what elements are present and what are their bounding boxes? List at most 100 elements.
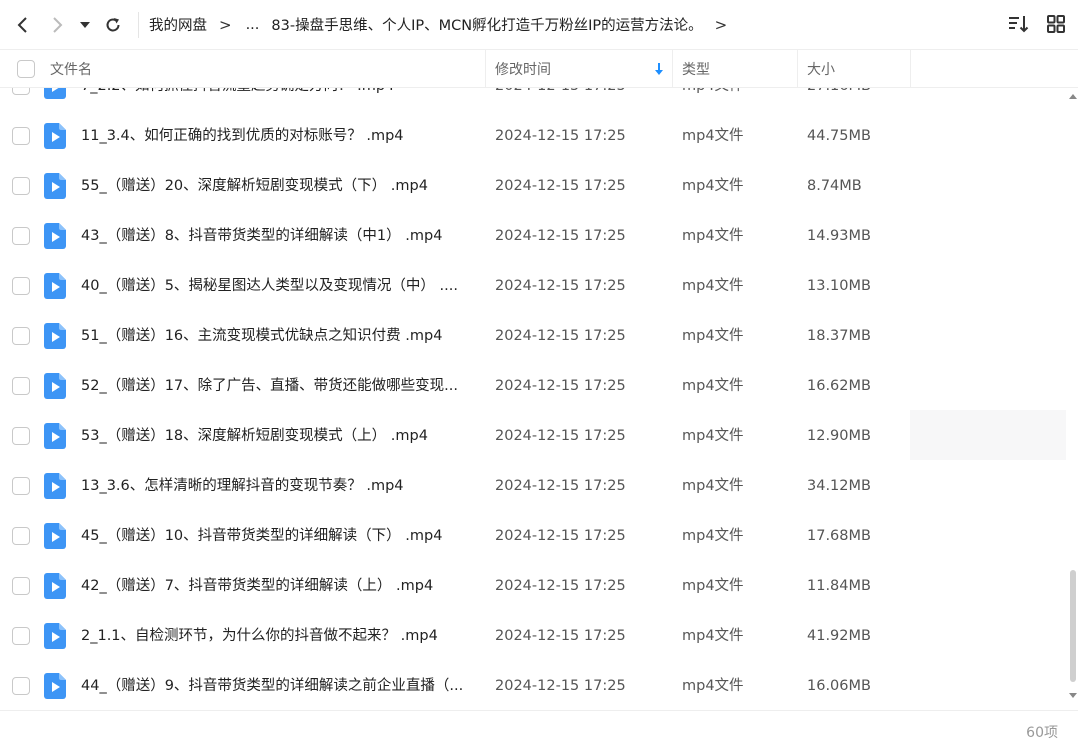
file-row[interactable]: 40_（赠送）5、揭秘星图达人类型以及变现情况（中） .... 2024-12-1… <box>0 261 1068 311</box>
row-checkbox[interactable] <box>12 477 30 495</box>
row-checkbox[interactable] <box>12 577 30 595</box>
file-name[interactable]: 44_（赠送）9、抖音带货类型的详细解读之前企业直播（... <box>81 661 473 710</box>
file-size: 12.90MB <box>807 428 871 444</box>
file-name[interactable]: 7_2.2、如何抓住抖音流量趋势确定方向？ .mp4 <box>81 88 473 111</box>
file-name[interactable]: 45_（赠送）10、抖音带货类型的详细解读（下） .mp4 <box>81 511 473 561</box>
video-file-icon <box>44 373 66 399</box>
file-row[interactable]: 44_（赠送）9、抖音带货类型的详细解读之前企业直播（... 2024-12-15… <box>0 661 1068 710</box>
file-name[interactable]: 2_1.1、自检测环节，为什么你的抖音做不起来？ .mp4 <box>81 611 473 661</box>
refresh-icon <box>106 17 120 31</box>
refresh-button[interactable] <box>96 8 130 42</box>
header-size[interactable]: 大小 <box>807 50 835 88</box>
status-bar: 60项 <box>0 710 1078 750</box>
file-size: 44.75MB <box>807 128 871 144</box>
breadcrumb-item-current[interactable]: 83-操盘手思维、个人IP、MCN孵化打造千万粉丝IP的运营方法论。 <box>271 14 702 35</box>
video-file-icon <box>44 123 66 149</box>
breadcrumb-item-ellipsis[interactable]: ... <box>246 17 260 33</box>
file-row[interactable]: 13_3.6、怎样清晰的理解抖音的变现节奏？ .mp4 2024-12-15 17… <box>0 461 1068 511</box>
video-file-icon <box>44 573 66 599</box>
row-checkbox[interactable] <box>12 427 30 445</box>
file-type: mp4文件 <box>682 628 744 644</box>
video-file-icon <box>44 423 66 449</box>
file-name[interactable]: 55_（赠送）20、深度解析短剧变现模式（下） .mp4 <box>81 161 473 211</box>
vertical-scrollbar[interactable] <box>1068 88 1078 710</box>
file-list: 7_2.2、如何抓住抖音流量趋势确定方向？ .mp4 2024-12-15 17:… <box>0 88 1068 710</box>
video-file-icon <box>44 88 66 99</box>
column-divider[interactable] <box>485 50 486 88</box>
file-modified-time: 2024-12-15 17:25 <box>495 678 626 694</box>
video-file-icon <box>44 223 66 249</box>
select-all-checkbox[interactable] <box>17 60 35 78</box>
row-checkbox[interactable] <box>12 88 30 95</box>
file-modified-time: 2024-12-15 17:25 <box>495 428 626 444</box>
header-mtime[interactable]: 修改时间 <box>495 50 672 88</box>
row-checkbox[interactable] <box>12 177 30 195</box>
sort-button[interactable] <box>1006 12 1030 36</box>
scrollbar-thumb[interactable] <box>1070 570 1076 682</box>
file-type: mp4文件 <box>682 228 744 244</box>
column-divider[interactable] <box>672 50 673 88</box>
video-file-icon <box>44 473 66 499</box>
row-checkbox[interactable] <box>12 377 30 395</box>
file-name[interactable]: 52_（赠送）17、除了广告、直播、带货还能做哪些变现... <box>81 361 473 411</box>
toolbar-divider <box>138 11 139 38</box>
file-row[interactable]: 51_（赠送）16、主流变现模式优缺点之知识付费 .mp4 2024-12-15 … <box>0 311 1068 361</box>
column-divider[interactable] <box>910 50 911 88</box>
file-modified-time: 2024-12-15 17:25 <box>495 528 626 544</box>
file-name[interactable]: 40_（赠送）5、揭秘星图达人类型以及变现情况（中） .... <box>81 261 473 311</box>
breadcrumb-separator-icon: > <box>219 15 232 34</box>
file-row[interactable]: 52_（赠送）17、除了广告、直播、带货还能做哪些变现... 2024-12-15… <box>0 361 1068 411</box>
file-name[interactable]: 43_（赠送）8、抖音带货类型的详细解读（中1） .mp4 <box>81 211 473 261</box>
breadcrumb-item-root[interactable]: 我的网盘 <box>149 14 207 35</box>
file-name[interactable]: 53_（赠送）18、深度解析短剧变现模式（上） .mp4 <box>81 411 473 461</box>
back-button[interactable] <box>6 8 40 42</box>
video-file-icon <box>44 173 66 199</box>
file-modified-time: 2024-12-15 17:25 <box>495 278 626 294</box>
video-file-icon <box>44 673 66 699</box>
view-mode-button[interactable] <box>1044 12 1068 36</box>
file-modified-time: 2024-12-15 17:25 <box>495 628 626 644</box>
file-row[interactable]: 42_（赠送）7、抖音带货类型的详细解读（上） .mp4 2024-12-15 1… <box>0 561 1068 611</box>
file-size: 16.06MB <box>807 678 871 694</box>
file-type: mp4文件 <box>682 88 744 111</box>
row-checkbox[interactable] <box>12 527 30 545</box>
row-checkbox[interactable] <box>12 627 30 645</box>
file-type: mp4文件 <box>682 378 744 394</box>
list-header: 文件名 修改时间 类型 大小 <box>0 50 1078 88</box>
row-checkbox[interactable] <box>12 677 30 695</box>
forward-button[interactable] <box>40 8 74 42</box>
select-all-checkbox-cell <box>17 50 35 88</box>
row-checkbox[interactable] <box>12 277 30 295</box>
file-size: 34.12MB <box>807 478 871 494</box>
file-row[interactable]: 55_（赠送）20、深度解析短剧变现模式（下） .mp4 2024-12-15 1… <box>0 161 1068 211</box>
caret-down-icon <box>80 21 90 28</box>
file-row[interactable]: 45_（赠送）10、抖音带货类型的详细解读（下） .mp4 2024-12-15 … <box>0 511 1068 561</box>
file-name[interactable]: 42_（赠送）7、抖音带货类型的详细解读（上） .mp4 <box>81 561 473 611</box>
file-row[interactable]: 11_3.4、如何正确的找到优质的对标账号？ .mp4 2024-12-15 17… <box>0 111 1068 161</box>
scroll-up-arrow-icon[interactable] <box>1069 94 1077 99</box>
video-file-icon <box>44 273 66 299</box>
column-divider[interactable] <box>797 50 798 88</box>
file-modified-time: 2024-12-15 17:25 <box>495 228 626 244</box>
file-row[interactable]: 53_（赠送）18、深度解析短剧变现模式（上） .mp4 2024-12-15 1… <box>0 411 1068 461</box>
item-count: 60项 <box>1026 725 1058 741</box>
grid-view-icon <box>1047 15 1065 33</box>
file-size: 8.74MB <box>807 178 862 194</box>
row-checkbox[interactable] <box>12 327 30 345</box>
file-modified-time: 2024-12-15 17:25 <box>495 88 626 111</box>
history-dropdown-button[interactable] <box>74 8 96 42</box>
row-checkbox[interactable] <box>12 227 30 245</box>
header-type[interactable]: 类型 <box>682 50 710 88</box>
file-row[interactable]: 43_（赠送）8、抖音带货类型的详细解读（中1） .mp4 2024-12-15 … <box>0 211 1068 261</box>
breadcrumb-separator-icon: > <box>714 15 728 34</box>
header-name[interactable]: 文件名 <box>50 50 92 88</box>
file-size: 13.10MB <box>807 278 871 294</box>
file-name[interactable]: 13_3.6、怎样清晰的理解抖音的变现节奏？ .mp4 <box>81 461 473 511</box>
file-modified-time: 2024-12-15 17:25 <box>495 478 626 494</box>
file-row[interactable]: 7_2.2、如何抓住抖音流量趋势确定方向？ .mp4 2024-12-15 17:… <box>0 88 1068 111</box>
row-checkbox[interactable] <box>12 127 30 145</box>
file-name[interactable]: 51_（赠送）16、主流变现模式优缺点之知识付费 .mp4 <box>81 311 473 361</box>
file-row[interactable]: 2_1.1、自检测环节，为什么你的抖音做不起来？ .mp4 2024-12-15 … <box>0 611 1068 661</box>
file-name[interactable]: 11_3.4、如何正确的找到优质的对标账号？ .mp4 <box>81 111 473 161</box>
scroll-down-arrow-icon[interactable] <box>1069 693 1077 698</box>
